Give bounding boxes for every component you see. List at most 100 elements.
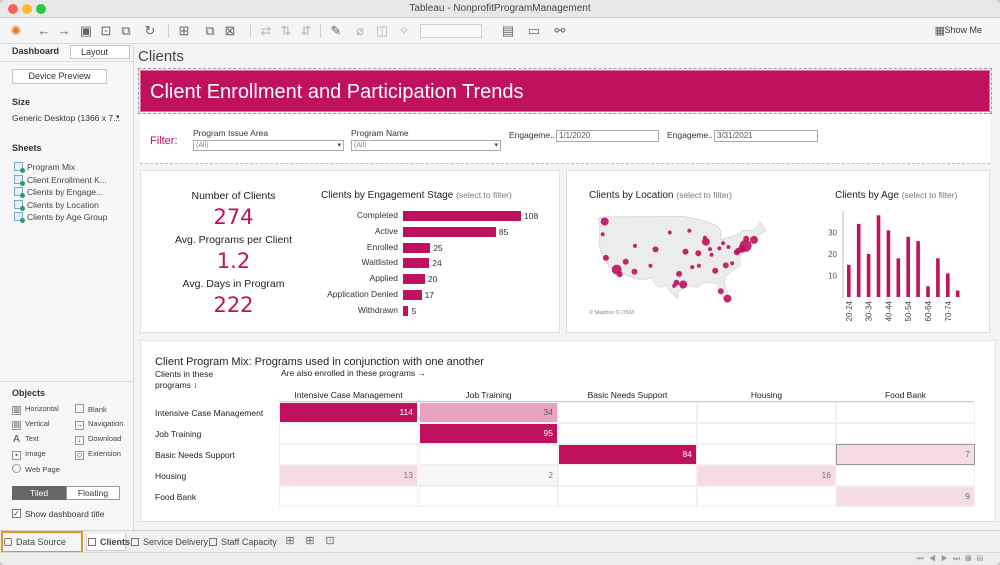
object-extension[interactable]: ◇ Extension [75,449,121,460]
location-point[interactable] [672,283,677,288]
age-bar[interactable] [936,258,940,297]
location-point[interactable] [717,246,722,251]
object-image[interactable]: ▪ Image [12,449,46,460]
location-point[interactable] [696,263,701,268]
mix-cell[interactable] [279,423,418,444]
object-text[interactable]: A Text [12,434,39,445]
sort-descending-icon[interactable]: ⇵ [298,23,314,39]
location-point[interactable] [690,265,695,270]
location-point[interactable] [726,245,731,249]
object-navigation[interactable]: → Navigation [75,419,123,430]
location-point[interactable] [622,258,629,265]
new-worksheet-icon[interactable]: ⊞ [176,23,192,39]
age-bar[interactable] [955,290,960,297]
engagement-bar[interactable] [403,305,409,316]
show-me-button[interactable]: Show Me [944,25,982,35]
mix-cell[interactable]: 13 [279,465,418,486]
mix-cell[interactable]: 2 [419,465,558,486]
location-point[interactable] [722,262,729,269]
engagement-bar[interactable] [403,290,422,300]
size-chevron-down-icon[interactable]: ▾ [116,113,120,121]
mix-cell[interactable]: 95 [419,423,558,444]
object-web-page[interactable]: Web Page [12,464,60,474]
mix-cell[interactable] [697,486,836,507]
mix-cell[interactable] [279,486,418,507]
new-story-tab-icon[interactable]: ⊡ [322,533,338,549]
mix-cell[interactable]: 16 [697,465,836,486]
save-icon[interactable]: ▣ [78,23,94,39]
engagement-start-input[interactable]: 1/1/2020 [556,130,659,142]
mix-cell[interactable] [558,402,697,423]
show-title-checkbox[interactable]: ✓ [12,509,21,518]
location-point[interactable] [616,271,623,278]
share-icon[interactable]: ⚯ [552,23,568,39]
show-me-icon[interactable]: ▦ [935,24,945,37]
mix-cell[interactable] [558,423,697,444]
mix-cell[interactable] [836,465,975,486]
location-point[interactable] [682,248,689,255]
location-point[interactable] [687,228,692,233]
presentation-mode-icon[interactable]: ▭ [526,23,542,39]
age-bar[interactable] [876,215,881,297]
location-point[interactable] [723,294,732,303]
layout-tab[interactable]: Layout [70,45,130,59]
mix-cell[interactable]: 84 [558,444,697,465]
location-point[interactable] [679,280,688,289]
age-bar[interactable] [896,258,901,297]
sort-ascending-icon[interactable]: ⇅ [278,23,294,39]
engagement-end-input[interactable]: 3/31/2021 [714,130,818,142]
mix-cell[interactable]: 9 [836,486,975,507]
mix-cell[interactable] [697,402,836,423]
new-worksheet-tab-icon[interactable]: ⊞ [282,533,298,549]
location-point[interactable] [652,246,659,253]
location-point[interactable] [648,263,653,268]
location-point[interactable] [602,254,609,261]
swap-icon[interactable]: ⇄ [258,23,274,39]
location-point[interactable] [695,250,702,257]
object-vertical[interactable]: ▤ Vertical [12,419,50,430]
location-point[interactable] [743,235,750,242]
duplicate-sheet-icon[interactable]: ⧉ [202,23,218,39]
group-icon[interactable]: ⌀ [352,23,368,39]
sheet-item[interactable]: Program Mix [14,162,75,173]
tiled-toggle[interactable]: Tiled [12,486,66,500]
location-point[interactable] [667,230,672,235]
engagement-bar[interactable] [403,274,425,285]
object-horizontal[interactable]: ▥ Horizontal [12,404,59,415]
location-point[interactable] [708,247,712,252]
pause-updates-icon[interactable]: ⧉ [118,23,134,39]
engagement-bar[interactable] [403,226,496,237]
labels-icon[interactable]: ◫ [374,23,390,39]
clients-location-map[interactable] [583,205,783,321]
new-dashboard-tab-icon[interactable]: ⊞ [302,533,318,549]
refresh-icon[interactable]: ↻ [142,23,158,39]
pin-icon[interactable]: ✧ [396,23,412,39]
location-point[interactable] [600,232,605,237]
size-dropdown[interactable]: Generic Desktop (1366 x 7... [12,113,120,123]
location-point[interactable] [633,243,637,248]
undo-icon[interactable]: ← [36,23,52,39]
mix-cell[interactable] [419,444,558,465]
mix-cell[interactable] [419,486,558,507]
mix-cell[interactable] [836,423,975,444]
sheet-item[interactable]: Clients by Age Group [14,212,107,223]
location-point[interactable] [721,241,726,246]
location-point[interactable] [702,235,707,240]
engagement-bar[interactable] [403,211,521,221]
age-bar[interactable] [856,223,861,297]
mix-cell[interactable] [697,423,836,444]
mix-cell[interactable]: 34 [419,402,558,423]
location-point[interactable] [709,252,714,257]
tab-data-source[interactable]: Data Source [1,531,83,553]
mix-cell[interactable] [558,465,697,486]
age-bar[interactable] [916,241,920,297]
age-bar[interactable] [847,264,851,297]
location-point[interactable] [750,235,758,244]
location-point[interactable] [676,270,683,277]
device-preview-button[interactable]: Device Preview [12,69,107,84]
sheet-nav-arrows-icon[interactable]: ⏮◀▶⏭▦▤ [917,554,988,564]
mix-cell[interactable] [697,444,836,465]
mix-cell[interactable]: 114 [279,402,418,423]
object-download[interactable]: ↓ Download [75,434,121,445]
location-point[interactable] [717,288,724,295]
